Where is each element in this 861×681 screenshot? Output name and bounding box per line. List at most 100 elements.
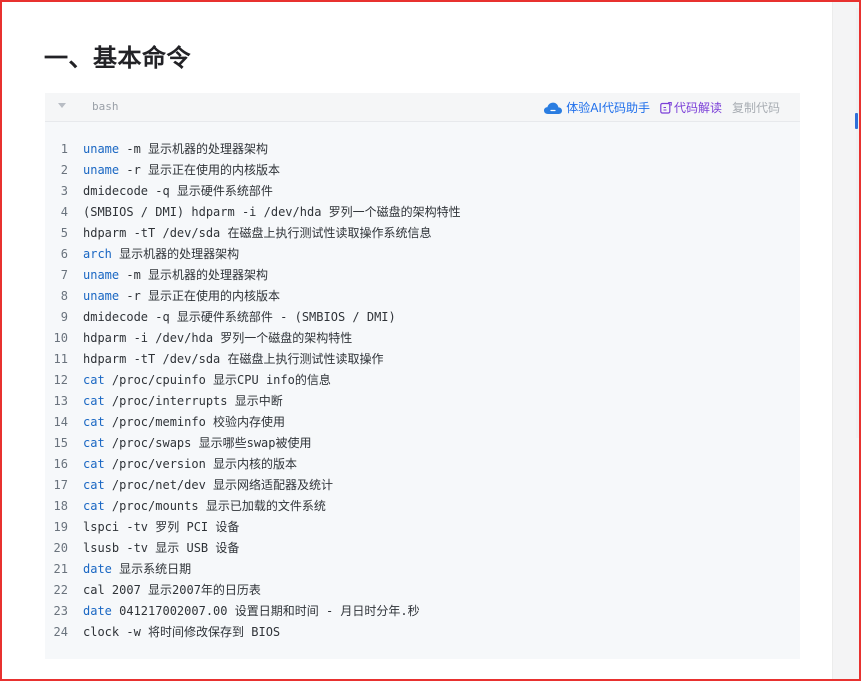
collapse-caret-icon[interactable]	[58, 103, 66, 108]
code-text: lspci -tv 罗列 PCI 设备	[83, 520, 240, 534]
code-keyword: cat	[83, 436, 105, 450]
code-text: hdparm -tT /dev/sda 在磁盘上执行测试性读取操作系统信息	[83, 226, 432, 240]
line-number: 17	[53, 478, 68, 492]
line-number: 3	[60, 184, 68, 198]
code-line: 5 hdparm -tT /dev/sda 在磁盘上执行测试性读取操作系统信息	[45, 223, 800, 244]
code-text: -r 显示正在使用的内核版本	[119, 289, 281, 303]
line-code: cat /proc/mounts 显示已加载的文件系统	[83, 496, 326, 517]
scrollbar-thumb[interactable]	[855, 113, 858, 129]
code-text: /proc/swaps 显示哪些swap被使用	[104, 436, 312, 450]
code-line: 15 cat /proc/swaps 显示哪些swap被使用	[45, 433, 800, 454]
code-line: 17 cat /proc/net/dev 显示网络适配器及统计	[45, 475, 800, 496]
line-code: cat /proc/interrupts 显示中断	[83, 391, 283, 412]
line-number: 14	[53, 415, 68, 429]
code-text: hdparm -tT /dev/sda 在磁盘上执行测试性读取操作	[83, 352, 384, 366]
code-line: 19 lspci -tv 罗列 PCI 设备	[45, 517, 800, 538]
code-text: -m 显示机器的处理器架构	[119, 142, 269, 156]
line-code: date 显示系统日期	[83, 559, 191, 580]
line-number: 11	[53, 352, 68, 366]
code-keyword: uname	[83, 142, 120, 156]
line-number: 2	[60, 163, 68, 177]
code-text: clock -w 将时间修改保存到 BIOS	[83, 625, 281, 639]
code-toolbar: bash 体验AI代码助手 代码解读 复制代码	[45, 93, 800, 122]
line-code: lspci -tv 罗列 PCI 设备	[83, 517, 239, 538]
line-number: 8	[60, 289, 68, 303]
code-text: (SMBIOS / DMI) hdparm -i /dev/hda 罗列一个磁盘…	[83, 205, 461, 219]
line-code: (SMBIOS / DMI) hdparm -i /dev/hda 罗列一个磁盘…	[83, 202, 461, 223]
code-line: 24 clock -w 将时间修改保存到 BIOS	[45, 622, 800, 643]
line-number: 16	[53, 457, 68, 471]
code-keyword: uname	[83, 163, 120, 177]
line-code: lsusb -tv 显示 USB 设备	[83, 538, 239, 559]
line-code: cat /proc/meminfo 校验内存使用	[83, 412, 285, 433]
code-text: hdparm -i /dev/hda 罗列一个磁盘的架构特性	[83, 331, 353, 345]
code-text: dmidecode -q 显示硬件系统部件 - (SMBIOS / DMI)	[83, 310, 396, 324]
code-line: 3 dmidecode -q 显示硬件系统部件	[45, 181, 800, 202]
code-text: cal 2007 显示2007年的日历表	[83, 583, 261, 597]
code-explain-button[interactable]: 代码解读	[660, 99, 722, 116]
line-number: 10	[53, 331, 68, 345]
line-code: cat /proc/net/dev 显示网络适配器及统计	[83, 475, 333, 496]
line-code: hdparm -tT /dev/sda 在磁盘上执行测试性读取操作系统信息	[83, 223, 432, 244]
section-heading: 一、基本命令	[44, 44, 191, 72]
code-line: 10 hdparm -i /dev/hda 罗列一个磁盘的架构特性	[45, 328, 800, 349]
line-number: 9	[60, 310, 68, 324]
line-number: 20	[53, 541, 68, 555]
line-number: 22	[53, 583, 68, 597]
line-code: uname -m 显示机器的处理器架构	[83, 265, 268, 286]
code-keyword: arch	[83, 247, 112, 261]
line-number: 24	[53, 625, 68, 639]
code-line: 6 arch 显示机器的处理器架构	[45, 244, 800, 265]
article-content: 一、基本命令 bash 体验AI代码助手 代码解读 复制代码 1 uname -…	[2, 2, 832, 679]
line-number: 18	[53, 499, 68, 513]
code-text: 显示系统日期	[111, 562, 192, 576]
code-line: 9 dmidecode -q 显示硬件系统部件 - (SMBIOS / DMI)	[45, 307, 800, 328]
code-keyword: cat	[83, 373, 105, 387]
line-number: 7	[60, 268, 68, 282]
code-text: /proc/interrupts 显示中断	[104, 394, 283, 408]
scrollbar-track[interactable]	[856, 8, 859, 438]
code-text: /proc/version 显示内核的版本	[104, 457, 298, 471]
line-code: cat /proc/cpuinfo 显示CPU info的信息	[83, 370, 331, 391]
line-number: 12	[53, 373, 68, 387]
ai-assistant-button[interactable]: 体验AI代码助手	[543, 99, 650, 116]
code-keyword: cat	[83, 415, 105, 429]
ai-assistant-label: 体验AI代码助手	[566, 101, 650, 115]
cloud-icon	[544, 102, 563, 114]
code-keyword: cat	[83, 478, 105, 492]
code-text: 041217002007.00 设置日期和时间 - 月日时分年.秒	[111, 604, 420, 618]
code-keyword: uname	[83, 289, 120, 303]
screenshot-frame: 一、基本命令 bash 体验AI代码助手 代码解读 复制代码 1 uname -…	[0, 0, 861, 681]
code-keyword: date	[83, 562, 112, 576]
line-code: cal 2007 显示2007年的日历表	[83, 580, 261, 601]
code-line: 22 cal 2007 显示2007年的日历表	[45, 580, 800, 601]
code-keyword: cat	[83, 394, 105, 408]
line-number: 21	[53, 562, 68, 576]
code-text: 显示机器的处理器架构	[111, 247, 240, 261]
line-code: uname -m 显示机器的处理器架构	[83, 139, 268, 160]
code-line: 18 cat /proc/mounts 显示已加载的文件系统	[45, 496, 800, 517]
code-line: 11 hdparm -tT /dev/sda 在磁盘上执行测试性读取操作	[45, 349, 800, 370]
line-code: hdparm -i /dev/hda 罗列一个磁盘的架构特性	[83, 328, 352, 349]
line-code: hdparm -tT /dev/sda 在磁盘上执行测试性读取操作	[83, 349, 384, 370]
code-text: dmidecode -q 显示硬件系统部件	[83, 184, 273, 198]
code-line: 8 uname -r 显示正在使用的内核版本	[45, 286, 800, 307]
code-line: 1 uname -m 显示机器的处理器架构	[45, 139, 800, 160]
code-keyword: date	[83, 604, 112, 618]
code-lines: 1 uname -m 显示机器的处理器架构 2 uname -r 显示正在使用的内核版…	[45, 139, 800, 643]
code-keyword: uname	[83, 268, 120, 282]
line-number: 15	[53, 436, 68, 450]
code-text: /proc/mounts 显示已加载的文件系统	[104, 499, 326, 513]
line-code: dmidecode -q 显示硬件系统部件	[83, 181, 273, 202]
code-text: /proc/meminfo 校验内存使用	[104, 415, 286, 429]
copy-code-button[interactable]: 复制代码	[732, 99, 780, 116]
code-text: -r 显示正在使用的内核版本	[119, 163, 281, 177]
line-number: 13	[53, 394, 68, 408]
right-scroll-area	[832, 2, 859, 679]
line-code: dmidecode -q 显示硬件系统部件 - (SMBIOS / DMI)	[83, 307, 396, 328]
code-text: -m 显示机器的处理器架构	[119, 268, 269, 282]
code-line: 20 lsusb -tv 显示 USB 设备	[45, 538, 800, 559]
line-code: uname -r 显示正在使用的内核版本	[83, 160, 280, 181]
code-line: 21 date 显示系统日期	[45, 559, 800, 580]
code-explain-label: 代码解读	[673, 101, 722, 115]
